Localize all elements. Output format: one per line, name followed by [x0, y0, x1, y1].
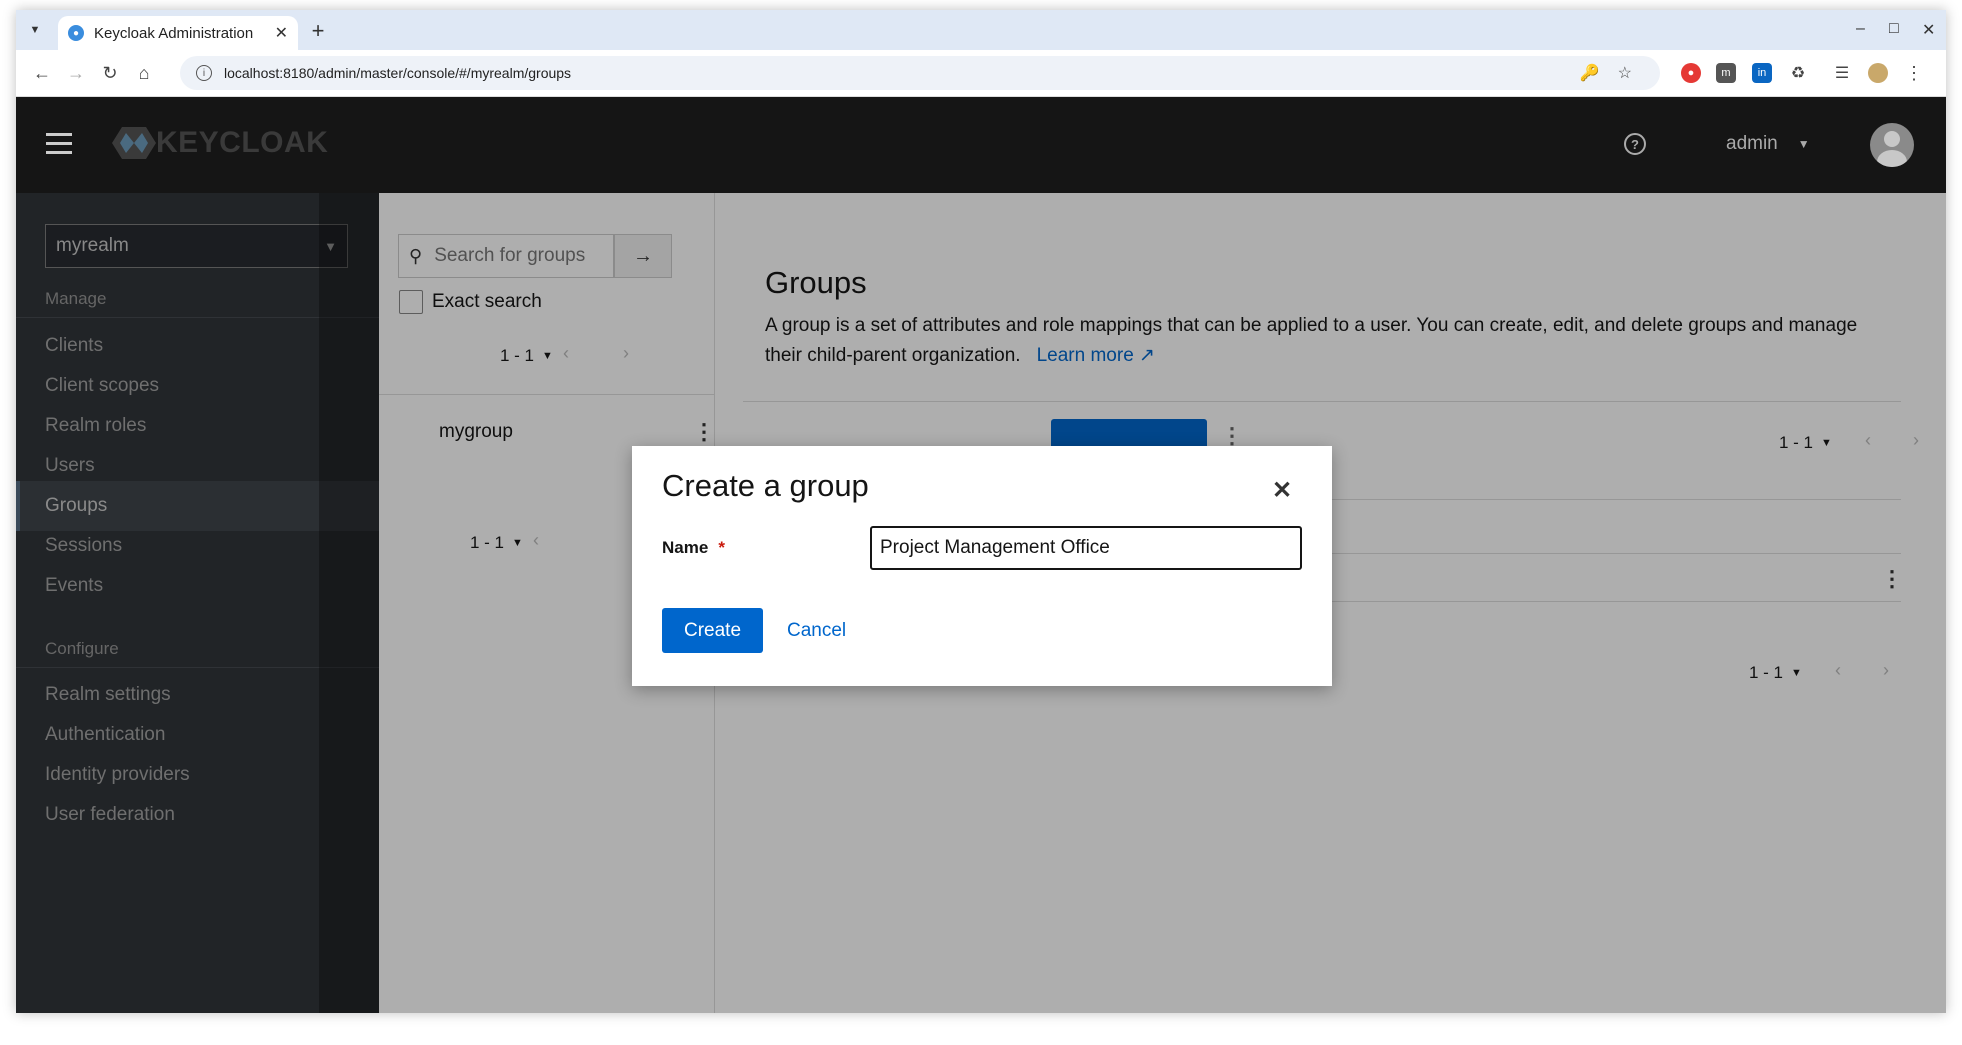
extensions-puzzle-icon[interactable]: ♻ [1788, 63, 1808, 83]
media-queue-icon[interactable]: ☰ [1832, 63, 1852, 83]
group-name-input[interactable] [870, 526, 1302, 570]
bookmark-star-icon[interactable]: ☆ [1618, 63, 1632, 83]
browser-toolbar: ← → ↻ ⌂ i localhost:8180/admin/master/co… [16, 50, 1946, 97]
section-configure: Configure [45, 639, 119, 658]
user-dropdown[interactable]: admin ▼ [1726, 133, 1810, 155]
maximize-icon[interactable]: □ [1889, 20, 1899, 38]
tab-strip: ▼ ● Keycloak Administration ✕ + – □ ✕ [16, 10, 1946, 50]
keycloak-favicon-icon: ● [68, 25, 84, 41]
browser-menu-icon[interactable]: ⋮ [1904, 63, 1924, 83]
help-icon[interactable]: ? [1624, 133, 1646, 155]
realm-selector[interactable]: myrealm ▼ [45, 224, 348, 268]
extension-m-icon[interactable]: m [1716, 63, 1736, 83]
avatar[interactable] [1870, 123, 1914, 167]
required-mark: * [718, 538, 725, 557]
modal-title: Create a group [662, 468, 869, 503]
app-header: KEYCLOAK ? admin ▼ [16, 97, 1946, 193]
linkedin-icon[interactable]: in [1752, 63, 1772, 83]
tab-title: Keycloak Administration [94, 24, 254, 42]
window-close-icon[interactable]: ✕ [1922, 20, 1935, 40]
keycloak-logo[interactable]: KEYCLOAK [112, 125, 328, 161]
reload-icon[interactable]: ↻ [98, 61, 122, 85]
new-tab-icon[interactable]: + [306, 18, 330, 44]
brand-text: KEYCLOAK [156, 126, 329, 159]
create-button[interactable]: Create [662, 608, 763, 653]
tab-close-icon[interactable]: ✕ [275, 23, 288, 43]
hamburger-menu-icon[interactable] [46, 133, 72, 160]
username-label: admin [1726, 133, 1778, 154]
site-info-icon[interactable]: i [196, 65, 212, 81]
cancel-button[interactable]: Cancel [787, 608, 846, 653]
close-icon[interactable]: ✕ [1272, 476, 1292, 505]
create-group-modal: Create a group ✕ Name* Create Cancel [632, 446, 1332, 686]
keycloak-logo-icon [112, 127, 156, 159]
name-label: Name * [662, 538, 725, 557]
url-text: localhost:8180/admin/master/console/#/my… [224, 65, 572, 81]
tab-search-chevron-icon[interactable]: ▼ [24, 19, 46, 41]
realm-name: myrealm [56, 235, 129, 256]
browser-tab[interactable]: ● Keycloak Administration ✕ [58, 16, 298, 50]
minimize-icon[interactable]: – [1856, 20, 1865, 38]
extension-red-icon[interactable]: ● [1681, 63, 1701, 83]
address-bar[interactable]: i localhost:8180/admin/master/console/#/… [180, 56, 1660, 90]
profile-icon[interactable] [1868, 63, 1888, 83]
password-key-icon[interactable]: 🔑 [1580, 63, 1600, 83]
home-icon[interactable]: ⌂ [132, 61, 156, 85]
caret-down-icon: ▼ [1797, 137, 1810, 151]
forward-icon[interactable]: → [64, 61, 88, 85]
back-icon[interactable]: ← [30, 61, 54, 85]
section-manage: Manage [45, 289, 107, 308]
